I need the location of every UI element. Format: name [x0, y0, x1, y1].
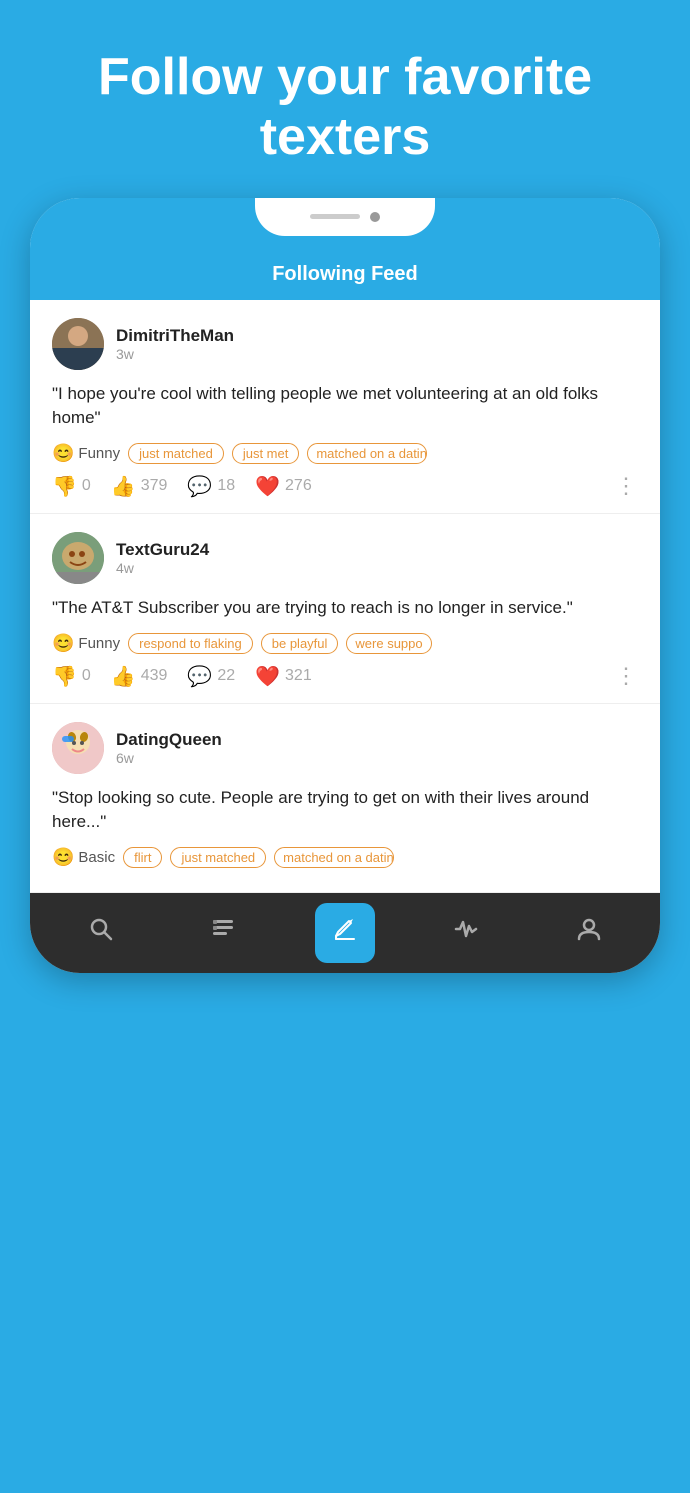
feed-item-1: DimitriTheMan 3w "I hope you're cool wit… — [30, 300, 660, 514]
post-1-comments[interactable]: 💬 18 — [187, 474, 235, 499]
post-1-downvote-count: 0 — [82, 477, 91, 495]
avatar-textguru[interactable] — [52, 532, 104, 584]
heart-icon-2: ❤️ — [255, 664, 280, 689]
post-2-upvote[interactable]: 👍 439 — [111, 664, 168, 689]
post-1-downvote[interactable]: 👎 0 — [52, 474, 91, 499]
post-1-username[interactable]: DimitriTheMan — [116, 326, 234, 346]
tag-just-matched-3[interactable]: just matched — [170, 847, 266, 868]
avatar-dimitri[interactable] — [52, 318, 104, 370]
post-1-more[interactable]: ⋮ — [615, 475, 638, 497]
post-2-downvote[interactable]: 👎 0 — [52, 664, 91, 689]
feed-item-3: DatingQueen 6w "Stop looking so cute. Pe… — [30, 704, 660, 893]
post-2-more[interactable]: ⋮ — [615, 665, 638, 687]
upvote-icon-1: 👍 — [111, 474, 136, 499]
tag-matched-dating-ap[interactable]: matched on a dating ap — [274, 847, 394, 868]
comment-icon-2: 💬 — [187, 664, 212, 689]
nav-activity[interactable] — [437, 903, 497, 963]
post-3-user-info: DatingQueen 6w — [116, 730, 222, 766]
profile-nav-icon — [576, 916, 602, 949]
heart-icon-1: ❤️ — [255, 474, 280, 499]
feed-content: DimitriTheMan 3w "I hope you're cool wit… — [30, 300, 660, 893]
post-1-tags: 😊 Funny just matched just met matched on… — [52, 443, 638, 464]
nav-compose[interactable] — [315, 903, 375, 963]
post-2-comment-count: 22 — [217, 667, 235, 685]
basic-icon-3: 😊 — [52, 847, 74, 868]
post-2-text: "The AT&T Subscriber you are trying to r… — [52, 596, 638, 621]
compose-nav-icon — [332, 916, 358, 949]
notch-bar — [310, 214, 360, 219]
post-1-text: "I hope you're cool with telling people … — [52, 382, 638, 431]
post-2-category-label: Funny — [78, 635, 120, 652]
post-1-category: 😊 Funny — [52, 443, 120, 464]
post-1-upvote-count: 379 — [141, 477, 168, 495]
tag-just-met-1[interactable]: just met — [232, 443, 300, 464]
nav-search[interactable] — [71, 903, 131, 963]
tag-were-suppo[interactable]: were suppo — [346, 633, 431, 654]
post-1-comment-count: 18 — [217, 477, 235, 495]
comment-icon-1: 💬 — [187, 474, 212, 499]
post-1-upvote[interactable]: 👍 379 — [111, 474, 168, 499]
phone-notch-area — [30, 198, 660, 253]
post-2-heart-count: 321 — [285, 667, 312, 685]
hero-section: Follow your favorite texters — [0, 0, 690, 198]
downvote-icon-1: 👎 — [52, 474, 77, 499]
upvote-icon-2: 👍 — [111, 664, 136, 689]
post-3-header: DatingQueen 6w — [52, 722, 638, 774]
post-2-header: TextGuru24 4w — [52, 532, 638, 584]
notch-camera — [370, 212, 380, 222]
post-2-hearts[interactable]: ❤️ 321 — [255, 664, 312, 689]
post-2-category: 😊 Funny — [52, 633, 120, 654]
nav-profile[interactable] — [559, 903, 619, 963]
tag-matched-dating-1[interactable]: matched on a datin — [307, 443, 427, 464]
post-3-text: "Stop looking so cute. People are trying… — [52, 786, 638, 835]
post-1-category-label: Funny — [78, 445, 120, 462]
nav-feed[interactable] — [193, 903, 253, 963]
phone-notch — [255, 198, 435, 236]
post-2-user-info: TextGuru24 4w — [116, 540, 209, 576]
post-2-upvote-count: 439 — [141, 667, 168, 685]
post-1-header: DimitriTheMan 3w — [52, 318, 638, 370]
post-3-username[interactable]: DatingQueen — [116, 730, 222, 750]
post-1-actions: 👎 0 👍 379 💬 18 ❤️ 276 ⋮ — [52, 474, 638, 499]
feed-title: Following Feed — [272, 263, 418, 285]
search-nav-icon — [88, 916, 114, 949]
post-3-category: 😊 Basic — [52, 847, 115, 868]
post-1-heart-count: 276 — [285, 477, 312, 495]
funny-icon-1: 😊 — [52, 443, 74, 464]
post-3-tags: 😊 Basic flirt just matched matched on a … — [52, 847, 638, 868]
post-3-category-label: Basic — [78, 849, 115, 866]
post-3-time: 6w — [116, 750, 222, 766]
post-1-hearts[interactable]: ❤️ 276 — [255, 474, 312, 499]
post-2-time: 4w — [116, 560, 209, 576]
phone-mockup: Following Feed DimitriTheMan 3w — [30, 198, 660, 973]
tag-be-playful[interactable]: be playful — [261, 633, 339, 654]
tag-respond-flaking[interactable]: respond to flaking — [128, 633, 253, 654]
post-1-user-info: DimitriTheMan 3w — [116, 326, 234, 362]
feed-item-2: TextGuru24 4w "The AT&T Subscriber you a… — [30, 514, 660, 704]
tag-flirt[interactable]: flirt — [123, 847, 162, 868]
post-1-time: 3w — [116, 346, 234, 362]
post-2-comments[interactable]: 💬 22 — [187, 664, 235, 689]
hero-title: Follow your favorite texters — [0, 0, 690, 198]
avatar-datingqueen[interactable] — [52, 722, 104, 774]
post-2-username[interactable]: TextGuru24 — [116, 540, 209, 560]
activity-nav-icon — [454, 916, 480, 949]
funny-icon-2: 😊 — [52, 633, 74, 654]
post-2-downvote-count: 0 — [82, 667, 91, 685]
post-2-tags: 😊 Funny respond to flaking be playful we… — [52, 633, 638, 654]
feed-nav-icon — [210, 916, 236, 949]
downvote-icon-2: 👎 — [52, 664, 77, 689]
tag-just-matched-1[interactable]: just matched — [128, 443, 224, 464]
bottom-nav — [30, 893, 660, 973]
post-2-actions: 👎 0 👍 439 💬 22 ❤️ 321 ⋮ — [52, 664, 638, 689]
app-header: Following Feed — [30, 253, 660, 300]
